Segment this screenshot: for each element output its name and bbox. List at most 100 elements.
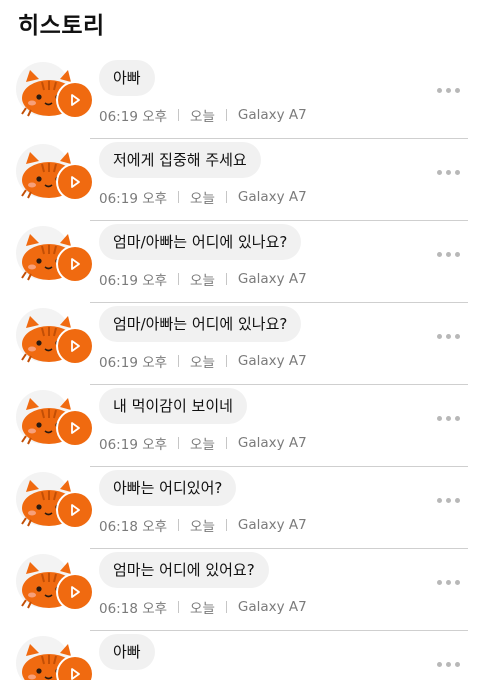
cat-avatar [16, 144, 94, 206]
more-dot-icon [437, 416, 442, 421]
more-dot-icon [437, 88, 442, 93]
message-day: 오늘 [190, 601, 215, 617]
more-options-button[interactable] [437, 334, 460, 339]
meta-separator [178, 519, 180, 531]
meta-separator [178, 355, 180, 367]
meta-separator [225, 109, 227, 121]
more-options-button[interactable] [437, 88, 460, 93]
more-dot-icon [446, 88, 451, 93]
history-item[interactable]: 아빠 06:19 오후 오늘 Galaxy A7 [0, 58, 482, 140]
history-item[interactable]: 아빠 [0, 632, 482, 680]
more-dot-icon [437, 252, 442, 257]
row-divider [90, 630, 468, 631]
more-options-button[interactable] [437, 252, 460, 257]
row-divider [90, 384, 468, 385]
message-bubble: 내 먹이감이 보이네 [99, 388, 247, 424]
more-options-button[interactable] [437, 662, 460, 667]
more-dot-icon [446, 662, 451, 667]
message-bubble: 아빠 [99, 634, 155, 670]
play-button[interactable] [58, 657, 92, 680]
message-day: 오늘 [190, 273, 215, 289]
cat-avatar [16, 636, 94, 680]
message-time: 06:19 오후 [99, 109, 168, 125]
meta-separator [178, 437, 180, 449]
play-icon [71, 504, 80, 516]
row-divider [90, 548, 468, 549]
more-options-button[interactable] [437, 170, 460, 175]
message-day: 오늘 [190, 355, 215, 371]
history-item[interactable]: 엄마는 어디에 있어요? 06:18 오후 오늘 Galaxy A7 [0, 550, 482, 632]
play-button[interactable] [58, 411, 92, 445]
message-meta: 06:18 오후 오늘 Galaxy A7 [99, 597, 307, 617]
more-options-button[interactable] [437, 580, 460, 585]
meta-separator [178, 109, 180, 121]
play-icon [71, 176, 80, 188]
more-dot-icon [446, 252, 451, 257]
more-dot-icon [437, 334, 442, 339]
history-item[interactable]: 내 먹이감이 보이네 06:19 오후 오늘 Galaxy A7 [0, 386, 482, 468]
more-dot-icon [455, 416, 460, 421]
message-meta: 06:19 오후 오늘 Galaxy A7 [99, 269, 307, 289]
meta-separator [225, 355, 227, 367]
message-bubble: 엄마/아빠는 어디에 있나요? [99, 224, 302, 260]
cat-avatar [16, 554, 94, 616]
message-meta: 06:19 오후 오늘 Galaxy A7 [99, 433, 307, 453]
more-dot-icon [446, 580, 451, 585]
message-day: 오늘 [190, 191, 215, 207]
meta-separator [225, 437, 227, 449]
page-title: 히스토리 [18, 13, 105, 39]
play-button[interactable] [58, 575, 92, 609]
row-divider [90, 138, 468, 139]
more-dot-icon [455, 252, 460, 257]
message-time: 06:19 오후 [99, 191, 168, 207]
more-dot-icon [446, 416, 451, 421]
message-bubble: 엄마는 어디에 있어요? [99, 552, 269, 588]
play-button[interactable] [58, 83, 92, 117]
message-bubble: 아빠는 어디있어? [99, 470, 237, 506]
history-item[interactable]: 저에게 집중해 주세요 06:19 오후 오늘 Galaxy A7 [0, 140, 482, 222]
play-button[interactable] [58, 493, 92, 527]
message-device: Galaxy A7 [237, 599, 307, 615]
message-device: Galaxy A7 [237, 517, 307, 533]
history-item[interactable]: 엄마/아빠는 어디에 있나요? 06:19 오후 오늘 Galaxy A7 [0, 222, 482, 304]
more-dot-icon [437, 498, 442, 503]
history-item[interactable]: 엄마/아빠는 어디에 있나요? 06:19 오후 오늘 Galaxy A7 [0, 304, 482, 386]
message-device: Galaxy A7 [237, 435, 307, 451]
play-button[interactable] [58, 247, 92, 281]
row-divider [90, 302, 468, 303]
message-time: 06:18 오후 [99, 601, 168, 617]
play-button[interactable] [58, 329, 92, 363]
message-time: 06:19 오후 [99, 273, 168, 289]
more-dot-icon [437, 580, 442, 585]
more-dot-icon [446, 498, 451, 503]
play-button[interactable] [58, 165, 92, 199]
meta-separator [225, 601, 227, 613]
more-dot-icon [455, 88, 460, 93]
message-time: 06:19 오후 [99, 437, 168, 453]
history-item[interactable]: 아빠는 어디있어? 06:18 오후 오늘 Galaxy A7 [0, 468, 482, 550]
cat-avatar [16, 308, 94, 370]
more-dot-icon [455, 580, 460, 585]
meta-separator [178, 273, 180, 285]
cat-avatar [16, 62, 94, 124]
message-device: Galaxy A7 [237, 353, 307, 369]
more-dot-icon [446, 334, 451, 339]
cat-avatar [16, 226, 94, 288]
message-meta: 06:19 오후 오늘 Galaxy A7 [99, 187, 307, 207]
more-options-button[interactable] [437, 416, 460, 421]
play-icon [71, 94, 80, 106]
play-icon [71, 258, 80, 270]
more-options-button[interactable] [437, 498, 460, 503]
message-bubble: 아빠 [99, 60, 155, 96]
more-dot-icon [455, 170, 460, 175]
more-dot-icon [437, 662, 442, 667]
cat-avatar [16, 472, 94, 534]
message-meta: 06:18 오후 오늘 Galaxy A7 [99, 515, 307, 535]
row-divider [90, 220, 468, 221]
message-device: Galaxy A7 [237, 271, 307, 287]
message-device: Galaxy A7 [237, 107, 307, 123]
more-dot-icon [455, 662, 460, 667]
message-time: 06:19 오후 [99, 355, 168, 371]
history-screen: 히스토리 아빠 06:19 오후 오늘 Galaxy A7 저에게 집중해 주세… [0, 0, 482, 680]
message-day: 오늘 [190, 519, 215, 535]
